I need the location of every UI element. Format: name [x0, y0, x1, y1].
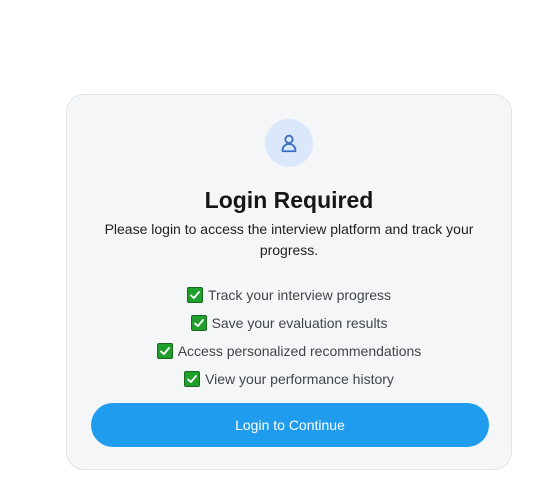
- user-icon: [281, 134, 297, 153]
- feature-label: View your performance history: [205, 371, 394, 387]
- feature-item-track-progress: Track your interview progress: [67, 281, 511, 309]
- login-message: Please login to access the interview pla…: [104, 221, 474, 258]
- checkbox-checked-icon: [186, 287, 203, 303]
- feature-item-save-results: Save your evaluation results: [67, 309, 511, 337]
- feature-label: Track your interview progress: [207, 287, 392, 303]
- checkbox-checked-icon: [156, 343, 173, 359]
- feature-label: Access personalized recommendations: [177, 343, 422, 359]
- feature-item-recommendations: Access personalized recommendations: [67, 337, 511, 365]
- checkbox-checked-icon: [184, 371, 201, 387]
- feature-list: Track your interview progress Save your …: [67, 281, 511, 393]
- login-required-card: Login Required Please login to access th…: [66, 94, 512, 470]
- user-avatar-circle: [265, 119, 313, 167]
- page-title: Login Required: [204, 187, 374, 213]
- feature-item-performance-history: View your performance history: [67, 365, 511, 393]
- checkbox-checked-icon: [190, 315, 207, 331]
- feature-label: Save your evaluation results: [211, 315, 388, 331]
- login-to-continue-button[interactable]: Login to Continue: [91, 403, 489, 447]
